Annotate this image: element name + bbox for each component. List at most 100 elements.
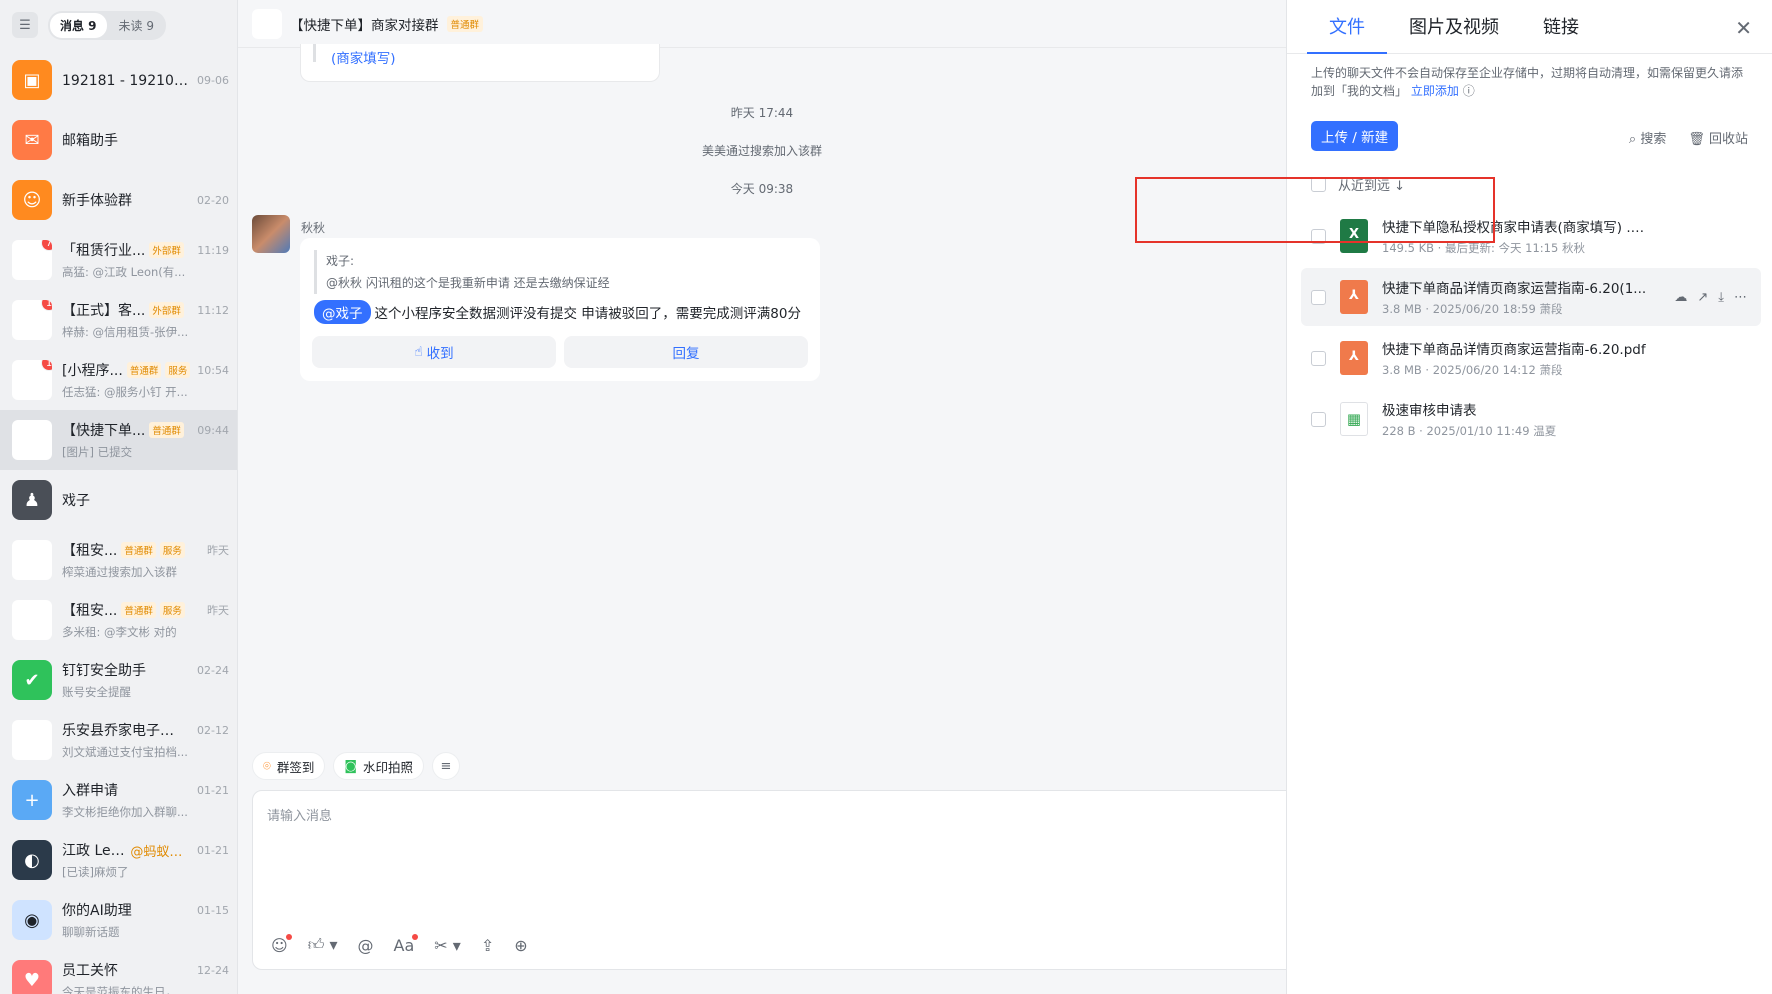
service-tag: 服务 xyxy=(165,362,191,378)
previous-message-card: (商家填写) xyxy=(300,44,660,82)
file-row[interactable]: ▦ 极速审核申请表 228 B · 2025/01/10 11:49 温夏 xyxy=(1301,390,1761,448)
chat-item[interactable]: 1 [小程序... 普通群 服务 10:54 任志猛: @服务小钉 开... xyxy=(0,350,237,410)
thumbs-up-icon[interactable]: 👍︎ ▾ xyxy=(308,935,338,955)
filter-messages[interactable]: 消息 9 xyxy=(50,12,107,38)
chat-name: 【快捷下单... xyxy=(62,423,146,439)
excel-file-icon: X xyxy=(1340,219,1368,253)
more-actions-icon[interactable]: ≡ xyxy=(431,752,460,780)
message-input[interactable]: 请输入消息 xyxy=(267,805,332,824)
at-icon[interactable]: @ xyxy=(358,936,374,955)
file-checkbox[interactable] xyxy=(1311,228,1326,244)
conversation-sidebar: ☰ 消息 9 未读 9 ▣ 192181 - 192102班 09-06 ✉ 邮箱… xyxy=(0,0,238,994)
tab-links[interactable]: 链接 xyxy=(1521,13,1601,53)
add-to-docs-link[interactable]: 立即添加 xyxy=(1411,84,1459,98)
file-meta: 3.8 MB · 2025/06/20 14:12 萧段 xyxy=(1382,363,1563,377)
panel-tabs: 文件 图片及视频 链接 ✕ xyxy=(1287,0,1772,54)
group-avatar: 1 xyxy=(12,300,52,340)
ai-assistant-icon: ◉ xyxy=(12,900,52,940)
group-tag: 普通群 xyxy=(126,362,162,378)
chat-item[interactable]: ✉ 邮箱助手 xyxy=(0,110,237,170)
sort-order-button[interactable]: 从近到远 ↓ xyxy=(1338,175,1405,194)
chat-time: 02-24 xyxy=(197,663,229,677)
chat-item-active[interactable]: 【快捷下单... 普通群 09:44 [图片] 已提交 xyxy=(0,410,237,470)
sender-avatar[interactable] xyxy=(252,215,290,253)
download-icon[interactable]: ⤓ xyxy=(1718,290,1724,305)
message-composer[interactable]: 请输入消息 ☺ 👍︎ ▾ @ Aa ✂ ▾ ⇪ ⊕ xyxy=(252,790,1292,970)
spreadsheet-file-icon: ▦ xyxy=(1340,402,1368,436)
chat-item[interactable]: ✔ 钉钉安全助手 02-24 账号安全提醒 xyxy=(0,650,237,710)
chat-item[interactable]: ♥ 员工关怀 12-24 今天是范振东的生日，... xyxy=(0,950,237,994)
group-avatar xyxy=(12,600,52,640)
upload-file-icon[interactable]: ⇪ xyxy=(481,936,494,955)
chat-item[interactable]: 【租安... 普通群 服务 昨天 榨菜通过搜索加入该群 xyxy=(0,530,237,590)
chat-time: 昨天 xyxy=(207,544,229,557)
group-avatar xyxy=(12,540,52,580)
person-avatar-icon: ♟ xyxy=(12,480,52,520)
sender-name: 秋秋 xyxy=(301,221,326,235)
file-meta: 149.5 KB · 最后更新: 今天 11:15 秋秋 xyxy=(1382,241,1585,255)
emoji-icon[interactable]: ☺ xyxy=(271,933,292,955)
chat-preview: 多米租: @李文彬 对的 xyxy=(62,625,177,639)
checkin-button[interactable]: ⌾ 群签到 xyxy=(252,752,326,780)
more-icon[interactable]: ⋯ xyxy=(1734,290,1747,305)
message-link[interactable]: (商家填写) xyxy=(331,47,396,67)
upload-new-button[interactable]: 上传 / 新建 xyxy=(1311,121,1399,151)
chat-item[interactable]: 【租安... 普通群 服务 昨天 多米租: @李文彬 对的 xyxy=(0,590,237,650)
quote-author: 戏子: xyxy=(326,254,355,268)
info-icon[interactable]: ⓘ xyxy=(1463,84,1475,98)
file-row[interactable]: X 快捷下单隐私授权商家申请表(商家填写) .xlsx 149.5 KB · 最… xyxy=(1301,207,1761,265)
chat-item[interactable]: ♟ 戏子 xyxy=(0,470,237,530)
chat-preview: 聊聊新话题 xyxy=(62,925,120,939)
chat-time: 12-24 xyxy=(197,963,229,977)
search-button[interactable]: ⌕ 搜索 xyxy=(1629,128,1666,147)
chat-name: 「租赁行业... xyxy=(62,243,146,259)
chat-name: 员工关怀 xyxy=(62,963,118,979)
file-checkbox[interactable] xyxy=(1311,411,1326,427)
reply-label: 回复 xyxy=(672,346,700,362)
chat-item[interactable]: ▣ 192181 - 192102班 09-06 xyxy=(0,50,237,110)
watermark-photo-button[interactable]: ◙ 水印拍照 xyxy=(333,752,424,780)
file-meta: 228 B · 2025/01/10 11:49 温夏 xyxy=(1382,424,1557,438)
group-avatar[interactable] xyxy=(252,8,282,39)
service-tag: 服务 xyxy=(159,602,185,618)
chat-name: 新手体验群 xyxy=(62,193,132,209)
file-row[interactable]: ⅄ 快捷下单商品详情页商家运营指南-6.20.pdf 3.8 MB · 2025… xyxy=(1301,329,1761,387)
chat-time: 11:19 xyxy=(197,243,229,257)
message-filter: 消息 9 未读 9 xyxy=(48,10,166,40)
font-format-icon[interactable]: Aa xyxy=(394,933,419,955)
chat-name: 戏子 xyxy=(62,493,90,509)
chat-item[interactable]: 乐安县乔家电子商... 02-12 刘文斌通过支付宝拍档... xyxy=(0,710,237,770)
tab-files[interactable]: 文件 xyxy=(1307,13,1387,54)
plus-icon[interactable]: ⊕ xyxy=(514,936,527,955)
chat-item[interactable]: ☺ 新手体验群 02-20 xyxy=(0,170,237,230)
chat-item[interactable]: ◉ 你的AI助理 01-15 聊聊新话题 xyxy=(0,890,237,950)
file-meta: 3.8 MB · 2025/06/20 18:59 萧段 xyxy=(1382,302,1563,316)
chat-item[interactable]: 7 「租赁行业... 外部群 11:19 高猛: @江政 Leon(有... xyxy=(0,230,237,290)
cloud-save-icon[interactable]: ☁ xyxy=(1674,290,1687,305)
chat-item[interactable]: 1 【正式】客... 外部群 11:12 梓赫: @信用租赁-张伊... xyxy=(0,290,237,350)
tab-media[interactable]: 图片及视频 xyxy=(1387,13,1521,53)
reply-button[interactable]: 回复 xyxy=(564,336,808,368)
chat-title[interactable]: 【快捷下单】商家对接群 xyxy=(290,14,439,34)
group-tag: 普通群 xyxy=(446,15,484,32)
chat-time: 01-21 xyxy=(197,783,229,797)
file-checkbox[interactable] xyxy=(1311,289,1326,305)
chat-preview: 今天是范振东的生日，... xyxy=(62,985,188,994)
menu-icon[interactable]: ☰ xyxy=(12,12,38,38)
share-icon[interactable]: ↗ xyxy=(1697,290,1708,305)
filter-unread[interactable]: 未读 9 xyxy=(109,13,164,38)
select-all-checkbox[interactable] xyxy=(1311,177,1326,192)
scissors-icon[interactable]: ✂ ▾ xyxy=(434,936,461,955)
file-row[interactable]: ⅄ 快捷下单商品详情页商家运营指南-6.20(1... 3.8 MB · 202… xyxy=(1301,268,1761,326)
file-checkbox[interactable] xyxy=(1311,350,1326,366)
ack-button[interactable]: ☝ 收到 xyxy=(312,336,556,368)
close-icon[interactable]: ✕ xyxy=(1735,16,1752,40)
group-tag: 普通群 xyxy=(121,602,156,618)
mention-chip[interactable]: @戏子 xyxy=(314,300,371,324)
chat-item[interactable]: ◐ 江政 Leon @蚂蚁公... 01-21 [已读]麻烦了 xyxy=(0,830,237,890)
chat-item[interactable]: + 入群申请 01-21 李文彬拒绝你加入群聊... xyxy=(0,770,237,830)
system-notice: 美美通过搜索加入该群 xyxy=(701,144,822,158)
recycle-bin-button[interactable]: 🗑︎ 回收站 xyxy=(1688,128,1748,147)
hand-icon: ☝ xyxy=(414,344,423,360)
group-tag: 普通群 xyxy=(121,542,156,558)
